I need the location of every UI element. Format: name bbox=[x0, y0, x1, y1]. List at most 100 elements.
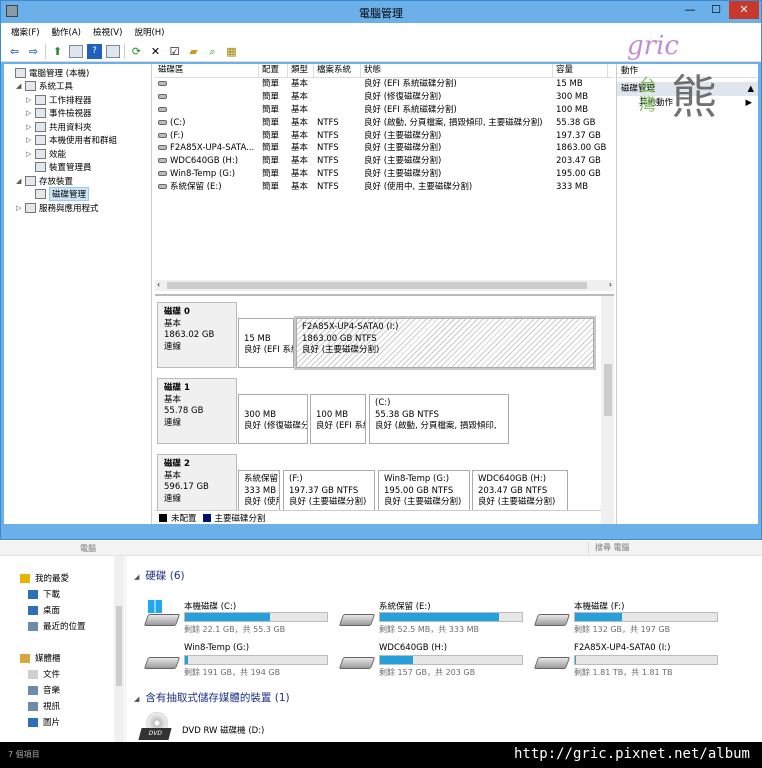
tree-item[interactable]: ▷ 共用資料夾 bbox=[4, 120, 151, 134]
scroll-thumb[interactable] bbox=[116, 606, 122, 686]
expand-icon[interactable]: ▷ bbox=[26, 109, 35, 117]
col-capacity[interactable]: 容量 bbox=[553, 64, 608, 77]
nav-item[interactable]: 下載 bbox=[0, 586, 125, 602]
drive-tile[interactable]: 本機磁碟 (F:) 剩餘 132 GB，共 197 GB bbox=[528, 596, 718, 634]
more-actions-item[interactable]: 其他動作 ▶ bbox=[617, 96, 758, 110]
table-row[interactable]: 簡單 基本 良好 (EFI 系統磁碟分割) 100 MB bbox=[155, 104, 614, 117]
tree-item[interactable]: ▷ 服務與應用程式 bbox=[4, 201, 151, 215]
tree-item[interactable]: ◢ 存放裝置 bbox=[4, 174, 151, 188]
partition[interactable]: F2A85X-UP4-SATA0 (I:) 1863.00 GB NTFS 良好 (… bbox=[294, 316, 596, 370]
table-cell: 良好 (修復磁碟分割) bbox=[361, 91, 553, 104]
scroll-thumb[interactable] bbox=[167, 282, 587, 289]
tree-item[interactable]: 電腦管理 (本機) bbox=[4, 66, 151, 80]
col-layout[interactable]: 配置 bbox=[259, 64, 288, 77]
expand-icon[interactable]: ◢ bbox=[16, 177, 25, 185]
drive-tile[interactable]: Win8-Temp (G:) 剩餘 191 GB，共 194 GB bbox=[138, 639, 328, 677]
nav-item[interactable]: 視訊 bbox=[0, 698, 125, 714]
table-row[interactable]: 簡單 基本 良好 (修復磁碟分割) 300 MB bbox=[155, 91, 614, 104]
table-row[interactable]: Win8-Temp (G:) 簡單 基本 NTFS 良好 (主要磁碟分割) 195.00 … bbox=[155, 168, 614, 181]
expand-icon[interactable]: ▷ bbox=[26, 150, 35, 158]
vertical-scrollbar[interactable] bbox=[601, 296, 614, 524]
delete-icon[interactable]: ✕ bbox=[148, 44, 163, 59]
tree-item[interactable]: ◢ 系統工具 bbox=[4, 80, 151, 94]
scroll-left-icon[interactable]: ‹ bbox=[157, 280, 160, 289]
drive-tile[interactable]: F2A85X-UP4-SATA0 (I:) 剩餘 1.81 TB，共 1.81 T… bbox=[528, 639, 718, 677]
table-row[interactable]: (C:) 簡單 基本 NTFS 良好 (啟動, 分頁檔案, 損毀傾印, 主要磁碟分割) 5… bbox=[155, 117, 614, 130]
nav-item[interactable]: 我的最愛 bbox=[0, 570, 125, 586]
menu-view[interactable]: 檢視(V) bbox=[93, 26, 122, 38]
collapse-icon[interactable]: ◢ bbox=[134, 695, 139, 703]
table-row[interactable]: 簡單 基本 良好 (EFI 系統磁碟分割) 15 MB bbox=[155, 78, 614, 91]
expand-icon[interactable]: ◢ bbox=[16, 82, 25, 90]
collapse-icon[interactable]: ◢ bbox=[134, 573, 139, 581]
tree-item[interactable]: ▷ 本機使用者和群組 bbox=[4, 134, 151, 148]
disk-type: 基本 bbox=[164, 470, 182, 481]
tree-item[interactable]: 磁碟管理 bbox=[4, 187, 151, 202]
partition[interactable]: 100 MB良好 (EFI 系統磁碟分割) bbox=[310, 394, 366, 444]
back-icon[interactable]: ⇦ bbox=[7, 44, 22, 59]
checkmark-icon[interactable]: ☑ bbox=[167, 44, 182, 59]
table-row[interactable]: WDC640GB (H:) 簡單 基本 NTFS 良好 (主要磁碟分割) 203.47 G… bbox=[155, 155, 614, 168]
drive-tile[interactable]: WDC640GB (H:) 剩餘 157 GB，共 203 GB bbox=[333, 639, 523, 677]
partition[interactable]: (C:) 55.38 GB NTFS 良好 (啟動, 分頁檔案, 損毀傾印, bbox=[369, 394, 509, 444]
search-input[interactable]: 搜尋 電腦 bbox=[588, 542, 748, 554]
expand-icon[interactable]: ▷ bbox=[16, 204, 25, 212]
nav-item[interactable]: 媒體櫃 bbox=[0, 650, 125, 666]
disk-header[interactable]: 磁碟 1 基本 55.78 GB 連線 bbox=[157, 378, 237, 444]
maximize-button[interactable]: ☐ bbox=[703, 1, 729, 19]
properties-sheet-icon[interactable]: ▦ bbox=[224, 44, 239, 59]
partition[interactable]: 300 MB良好 (修復磁碟分割) bbox=[238, 394, 308, 444]
scroll-thumb[interactable] bbox=[604, 364, 612, 416]
col-status[interactable]: 狀態 bbox=[361, 64, 553, 77]
refresh-icon[interactable]: ⟳ bbox=[129, 44, 144, 59]
help-icon[interactable]: ? bbox=[87, 43, 102, 59]
properties-icon[interactable] bbox=[106, 44, 120, 58]
show-tree-icon[interactable] bbox=[69, 44, 83, 58]
expand-icon[interactable]: ▷ bbox=[26, 136, 35, 144]
nav-item-label: 桌面 bbox=[43, 606, 61, 616]
menu-action[interactable]: 動作(A) bbox=[52, 26, 81, 38]
table-cell: 203.47 GB bbox=[553, 155, 608, 168]
tree-item[interactable]: ▷ 工作排程器 bbox=[4, 93, 151, 107]
nav-item[interactable]: 音樂 bbox=[0, 682, 125, 698]
horizontal-scrollbar[interactable]: ‹ › bbox=[155, 280, 614, 291]
nav-scrollbar[interactable] bbox=[114, 556, 124, 752]
scroll-right-icon[interactable]: › bbox=[609, 280, 612, 289]
nav-item-label: 音樂 bbox=[43, 686, 61, 696]
group-removable[interactable]: ◢ 含有抽取式儲存媒體的裝置 (1) bbox=[134, 690, 290, 705]
nav-item[interactable]: 桌面 bbox=[0, 602, 125, 618]
table-row[interactable]: F2A85X-UP4-SATA... 簡單 基本 NTFS 良好 (主要磁碟分割) 186… bbox=[155, 142, 614, 155]
group-hard-disks[interactable]: ◢ 硬碟 (6) bbox=[134, 568, 185, 583]
actions-section-disk-management[interactable]: 磁碟管理 ▲ bbox=[617, 82, 758, 96]
menu-file[interactable]: 檔案(F) bbox=[11, 26, 40, 38]
open-folder-icon[interactable]: ▰ bbox=[186, 44, 201, 59]
address-path[interactable]: 電腦 bbox=[80, 543, 96, 554]
drive-tile[interactable]: 本機磁碟 (C:) 剩餘 22.1 GB，共 55.3 GB bbox=[138, 596, 328, 634]
close-button[interactable]: ✕ bbox=[729, 1, 759, 19]
nav-item[interactable]: 圖片 bbox=[0, 714, 125, 730]
table-row[interactable]: (F:) 簡單 基本 NTFS 良好 (主要磁碟分割) 197.37 GB bbox=[155, 130, 614, 143]
disk-state: 連線 bbox=[164, 341, 182, 352]
menu-help[interactable]: 說明(H) bbox=[134, 26, 164, 38]
nav-item[interactable]: 文件 bbox=[0, 666, 125, 682]
up-folder-icon[interactable]: ⬆ bbox=[50, 44, 65, 59]
tree-item[interactable]: ▷ 事件檢視器 bbox=[4, 107, 151, 121]
nav-item[interactable]: 最近的位置 bbox=[0, 618, 125, 634]
disk-header[interactable]: 磁碟 0 基本 1863.02 GB 連線 bbox=[157, 302, 237, 368]
drive-tile[interactable]: 系統保留 (E:) 剩餘 52.5 MB，共 333 MB bbox=[333, 596, 523, 634]
partition[interactable]: 15 MB良好 (EFI 系統磁碟分割) bbox=[238, 318, 294, 368]
tree-item[interactable]: ▷ 效能 bbox=[4, 147, 151, 161]
partition-label: F2A85X-UP4-SATA0 (I:) bbox=[302, 322, 399, 332]
col-type[interactable]: 類型 bbox=[288, 64, 314, 77]
search-icon[interactable]: ⌕ bbox=[205, 44, 220, 59]
expand-icon[interactable]: ▷ bbox=[26, 96, 35, 104]
col-volume[interactable]: 磁碟區 bbox=[155, 64, 259, 77]
table-row[interactable]: 系統保留 (E:) 簡單 基本 NTFS 良好 (使用中, 主要磁碟分割) 333 MB bbox=[155, 181, 614, 194]
forward-icon[interactable]: ⇨ bbox=[26, 44, 41, 59]
table-cell: NTFS bbox=[314, 130, 361, 143]
minimize-button[interactable]: — bbox=[677, 1, 703, 19]
col-filesystem[interactable]: 檔案系統 bbox=[314, 64, 361, 77]
collapse-icon[interactable]: ▲ bbox=[747, 82, 754, 96]
tree-item[interactable]: 裝置管理員 bbox=[4, 161, 151, 175]
expand-icon[interactable]: ▷ bbox=[26, 123, 35, 131]
